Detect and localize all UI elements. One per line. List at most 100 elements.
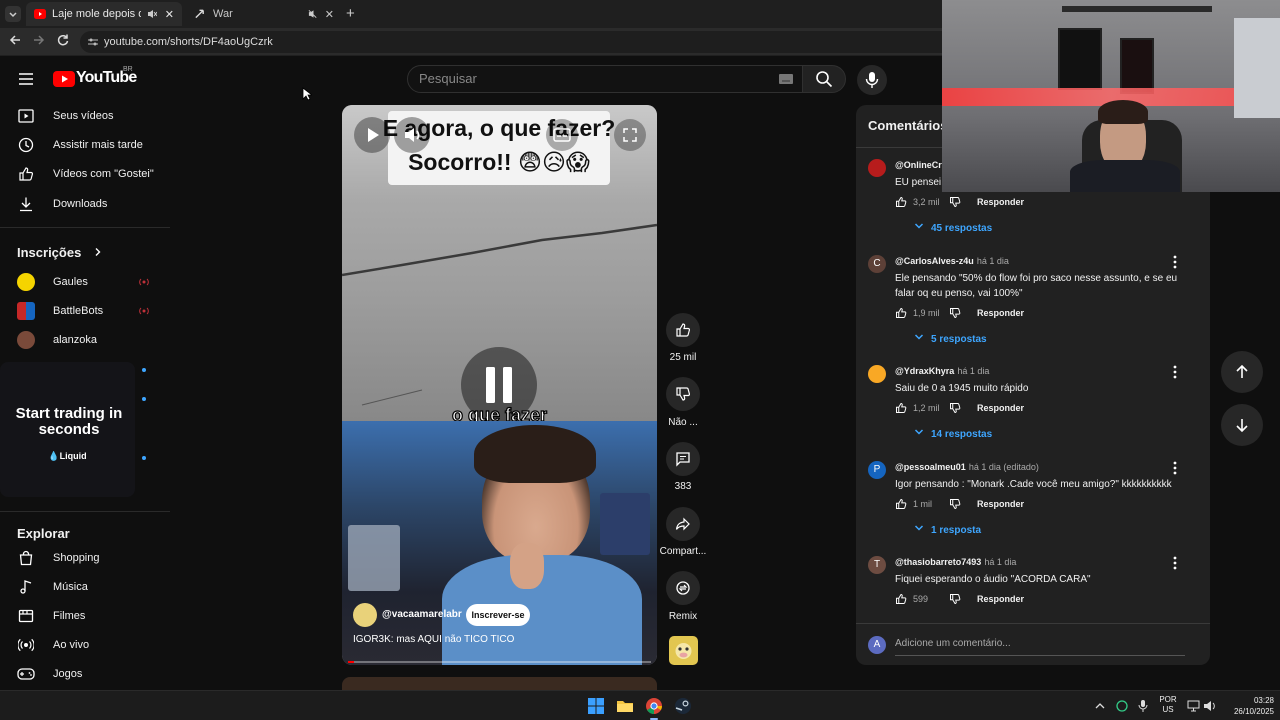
comment-avatar[interactable]: T [868, 556, 886, 574]
comment-menu-button[interactable] [1170, 461, 1180, 475]
game-favicon-icon [195, 9, 204, 19]
comments-button[interactable] [666, 442, 700, 476]
comment-avatar[interactable] [868, 365, 886, 383]
sidebar-item-gaules[interactable]: Gaules [0, 268, 170, 296]
comment-author-handle: @OnlineCri [895, 160, 945, 170]
channel-avatar[interactable] [353, 603, 377, 627]
previous-short-button[interactable] [1221, 351, 1263, 393]
url-field[interactable]: youtube.com/shorts/DF4aoUgCzrk [80, 31, 960, 53]
comment-menu-button[interactable] [1170, 365, 1180, 379]
sidebar-item-battlebots[interactable]: BattleBots [0, 297, 170, 325]
shorts-player[interactable]: E agora, o que fazer? Socorro!! 😨😥😱 o qu… [342, 105, 657, 665]
comment-menu-button[interactable] [1170, 255, 1180, 269]
tab-search-button[interactable] [5, 6, 21, 22]
browser-tab-active[interactable]: Laje mole depois de 2 dias ✕ [26, 2, 182, 26]
view-replies-button[interactable]: 1 resposta [914, 523, 981, 536]
close-tab-icon[interactable]: ✕ [325, 8, 334, 21]
sidebar-ad[interactable]: Start trading in seconds 💧Liquid [0, 362, 135, 497]
network-icon[interactable] [1187, 700, 1200, 712]
play-button[interactable] [354, 117, 390, 153]
sidebar-item-live[interactable]: Ao vivo [0, 631, 170, 659]
view-replies-button[interactable]: 5 respostas [914, 332, 987, 345]
sidebar-item-liked-videos[interactable]: Vídeos com "Gostei" [0, 160, 170, 188]
view-replies-button[interactable]: 14 respostas [914, 427, 992, 440]
thumbs-up-icon[interactable] [895, 498, 907, 510]
share-button[interactable] [666, 507, 700, 541]
sidebar-item-watch-later[interactable]: Assistir mais tarde [0, 131, 170, 159]
voice-search-button[interactable] [857, 65, 887, 95]
tray-app-icon[interactable] [1116, 700, 1128, 712]
sidebar-item-games[interactable]: Jogos [0, 660, 170, 688]
comment-author[interactable]: @pessoalmeu01 há 1 dia (editado) [895, 462, 1039, 472]
search-button[interactable] [802, 65, 846, 93]
comment-avatar[interactable]: P [868, 461, 886, 479]
sidebar-item-your-videos[interactable]: Seus vídeos [0, 102, 170, 130]
sidebar-item-alanzoka[interactable]: alanzoka [0, 326, 170, 354]
subscribe-button[interactable]: Inscrever-se [466, 604, 530, 626]
comment-author[interactable]: @thasiobarreto7493 há 1 dia [895, 557, 1016, 567]
microphone-tray-icon[interactable] [1138, 699, 1148, 713]
comment-avatar[interactable] [868, 159, 886, 177]
volume-tray-icon[interactable] [1203, 700, 1217, 712]
add-comment-bar: A Adicione um comentário... [856, 623, 1210, 665]
back-button[interactable] [6, 33, 24, 51]
thumbs-down-icon[interactable] [949, 307, 961, 319]
remix-button[interactable] [666, 571, 700, 605]
dislike-button[interactable] [666, 377, 700, 411]
steam-icon[interactable] [673, 696, 693, 716]
comment-menu-button[interactable] [1170, 556, 1180, 570]
comment-author[interactable]: @YdraxKhyra há 1 dia [895, 366, 989, 376]
input-language[interactable]: POR US [1155, 695, 1181, 715]
forward-button[interactable] [30, 33, 48, 51]
sound-thumbnail[interactable] [669, 636, 698, 665]
comment-author[interactable]: @CarlosAlves-z4u há 1 dia [895, 256, 1009, 266]
thumbs-up-icon[interactable] [895, 593, 907, 605]
clock[interactable]: 03:28 26/10/2025 [1222, 695, 1274, 717]
fullscreen-button[interactable] [614, 119, 646, 151]
thumbs-up-icon[interactable] [895, 402, 907, 414]
add-comment-input[interactable]: Adicione um comentário... [895, 634, 1185, 656]
tray-overflow-icon[interactable] [1094, 700, 1106, 712]
comment-author[interactable]: @OnlineCri [895, 160, 947, 170]
view-replies-button[interactable]: 45 respostas [914, 221, 992, 234]
youtube-logo[interactable]: YouTube BR [53, 66, 143, 91]
progress-fill [348, 661, 355, 663]
reply-button[interactable]: Responder [977, 308, 1024, 318]
next-short-button[interactable] [1221, 404, 1263, 446]
search-input[interactable]: Pesquisar [407, 65, 803, 93]
sidebar-item-music[interactable]: Música [0, 573, 170, 601]
hamburger-menu-button[interactable] [17, 70, 35, 88]
windows-start-icon[interactable] [586, 696, 606, 716]
thumbs-up-icon[interactable] [895, 196, 907, 208]
comment-avatar[interactable]: C [868, 255, 886, 273]
reply-button[interactable]: Responder [977, 403, 1024, 413]
thumbs-down-icon[interactable] [949, 196, 961, 208]
muted-speaker-icon[interactable] [308, 9, 317, 19]
thumbs-down-icon[interactable] [949, 498, 961, 510]
sidebar-item-shopping[interactable]: Shopping [0, 544, 170, 572]
file-explorer-icon[interactable] [615, 696, 635, 716]
captions-button[interactable] [546, 119, 578, 151]
volume-button[interactable] [394, 117, 430, 153]
progress-track[interactable] [348, 661, 651, 663]
reply-button[interactable]: Responder [977, 594, 1024, 604]
keyboard-icon[interactable] [779, 74, 793, 84]
webcam-person-body [1070, 160, 1180, 192]
channel-handle[interactable]: @vacaamarelabr [382, 609, 462, 620]
subscriptions-heading[interactable]: Inscrições [17, 245, 103, 260]
thumbs-up-icon[interactable] [895, 307, 907, 319]
like-button[interactable] [666, 313, 700, 347]
muted-speaker-icon[interactable] [147, 9, 157, 19]
browser-tab[interactable]: War ✕ [186, 2, 342, 26]
next-short-preview[interactable] [342, 677, 657, 690]
close-tab-icon[interactable]: ✕ [165, 8, 174, 21]
reload-button[interactable] [54, 33, 72, 51]
sidebar-item-movies[interactable]: Filmes [0, 602, 170, 630]
thumbs-down-icon[interactable] [949, 593, 961, 605]
thumbs-down-icon[interactable] [949, 402, 961, 414]
sidebar-item-downloads[interactable]: Downloads [0, 190, 170, 218]
chrome-icon[interactable] [644, 696, 664, 716]
reply-button[interactable]: Responder [977, 499, 1024, 509]
reply-button[interactable]: Responder [977, 197, 1024, 207]
new-tab-button[interactable]: + [346, 4, 360, 24]
